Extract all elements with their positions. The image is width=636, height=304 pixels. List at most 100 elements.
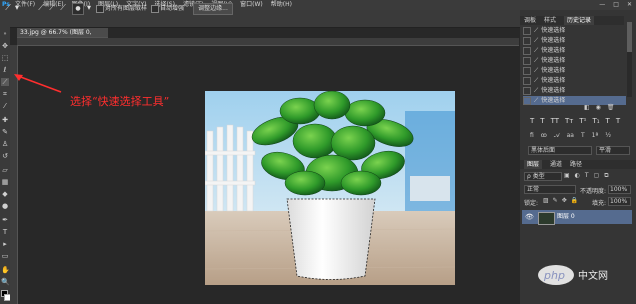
healing-brush-tool-icon[interactable]: ✚ [1, 116, 9, 124]
snapshot-icon[interactable]: ◉ [596, 104, 601, 111]
new-selection-icon[interactable]: ⟋ [36, 3, 46, 13]
clone-stamp-tool-icon[interactable]: ♙ [1, 140, 9, 148]
lock-pixels-icon[interactable]: ✎ [553, 197, 558, 204]
minimize-button[interactable]: — [599, 0, 605, 10]
history-checkbox[interactable] [523, 96, 531, 105]
type-filter-icon[interactable]: T [585, 172, 589, 180]
history-item[interactable]: ⟋ 快速选择 [523, 46, 626, 55]
lock-position-icon[interactable]: ✥ [562, 197, 567, 204]
history-item-label: 快速选择 [541, 87, 566, 94]
history-checkbox[interactable] [523, 26, 531, 35]
dropdown-arrow-icon[interactable]: ▾ [15, 3, 19, 13]
visibility-eye-icon[interactable]: 👁 [525, 213, 534, 221]
history-checkbox[interactable] [523, 36, 531, 45]
layer-name[interactable]: 图层 0 [557, 213, 575, 221]
adjustment-filter-icon[interactable]: ◐ [575, 172, 580, 180]
hand-tool-icon[interactable]: ✋ [1, 266, 10, 274]
menu-help[interactable]: 帮助(H) [271, 0, 292, 10]
faux-bold-icon[interactable]: T [530, 117, 534, 125]
discretionary-icon[interactable]: ꝏ [541, 132, 547, 140]
history-item[interactable]: ⟋ 快速选择 [523, 36, 626, 45]
titling-icon[interactable]: T [581, 132, 585, 140]
ordinal-icon[interactable]: 1ª [592, 132, 599, 140]
brush-dropdown-arrow-icon[interactable]: ▾ [87, 3, 91, 13]
auto-enhance-checkbox[interactable] [151, 5, 159, 13]
tab-history[interactable]: 历史记录 [564, 16, 595, 25]
swash-icon[interactable]: 𝒜 [554, 132, 560, 140]
lasso-tool-icon[interactable]: ℓ [1, 66, 9, 74]
subtract-from-selection-icon[interactable]: ⟋ [58, 3, 68, 13]
tab-styles[interactable]: 样式 [544, 16, 556, 25]
path-selection-tool-icon[interactable]: ▸ [1, 240, 9, 248]
crop-tool-icon[interactable]: ⌗ [1, 90, 9, 98]
collapse-toolbar-icon[interactable]: » [1, 30, 9, 38]
lock-all-icon[interactable]: 🔒 [571, 197, 578, 204]
blur-tool-icon[interactable]: ◆ [1, 190, 9, 198]
fill-input[interactable]: 100% [608, 197, 631, 206]
document-tab[interactable]: 33.jpg @ 66.7% (图层 0, RGB/8#) × [17, 28, 108, 45]
marquee-tool-icon[interactable]: ⬚ [1, 54, 9, 62]
faux-italic-icon[interactable]: T [540, 117, 544, 125]
history-item[interactable]: ⟋ 快速选择 [523, 86, 626, 95]
anti-alias-select[interactable]: 平滑 [596, 146, 630, 155]
all-caps-icon[interactable]: TT [551, 117, 559, 125]
history-checkbox[interactable] [523, 86, 531, 95]
scrollbar-thumb[interactable] [627, 22, 632, 52]
eraser-tool-icon[interactable]: ▱ [1, 166, 9, 174]
pen-tool-icon[interactable]: ✒ [1, 216, 9, 224]
history-item[interactable]: ⟋ 快速选择 [523, 56, 626, 65]
superscript-icon[interactable]: T¹ [579, 117, 586, 125]
tab-layers[interactable]: 图层 [524, 160, 543, 169]
history-checkbox[interactable] [523, 76, 531, 85]
menu-window[interactable]: 窗口(W) [240, 0, 263, 10]
type-tool-icon[interactable]: T [1, 228, 9, 236]
history-brush-tool-icon[interactable]: ↺ [1, 152, 9, 160]
zoom-tool-icon[interactable]: 🔍 [1, 278, 10, 286]
move-tool-icon[interactable]: ✥ [1, 42, 9, 50]
history-checkbox[interactable] [523, 66, 531, 75]
eyedropper-tool-icon[interactable]: ⁄ [1, 102, 9, 110]
fraction-icon[interactable]: ½ [605, 132, 611, 140]
blend-mode-select[interactable]: 正常 [524, 185, 576, 194]
ligature-icon[interactable]: fi [530, 132, 534, 140]
layer-thumbnail[interactable] [538, 212, 555, 225]
new-document-icon[interactable]: ◧ [584, 104, 590, 111]
layer-filter-select[interactable]: ρ 类型 [524, 172, 562, 181]
history-item[interactable]: ⟋ 快速选择 [523, 76, 626, 85]
strikethrough-icon[interactable]: T [616, 117, 620, 125]
add-to-selection-icon[interactable]: ⟋ [47, 3, 57, 13]
underline-icon[interactable]: T [606, 117, 610, 125]
history-item[interactable]: ⟋ 快速选择 [523, 26, 626, 35]
lock-transparency-icon[interactable]: ▨ [543, 197, 549, 204]
history-item[interactable]: ⟋ 快速选择 [523, 66, 626, 75]
subscript-icon[interactable]: T₁ [592, 117, 599, 125]
smart-filter-icon[interactable]: ⧉ [604, 172, 608, 180]
alternates-icon[interactable]: aa [567, 132, 574, 140]
fill-label: 填充: [592, 200, 607, 207]
small-caps-icon[interactable]: Tт [565, 117, 573, 125]
canvas-image[interactable] [205, 91, 455, 285]
pixel-filter-icon[interactable]: ▣ [564, 172, 570, 180]
maximize-button[interactable]: □ [613, 0, 619, 10]
refine-edge-button[interactable]: 调整边缘... [193, 3, 233, 15]
brush-size-picker-icon[interactable]: ● [72, 3, 84, 15]
sample-all-layers-checkbox[interactable] [96, 5, 104, 13]
layers-panel-tabs: 图层 通道 路径 [520, 160, 636, 169]
opacity-input[interactable]: 100% [608, 185, 631, 194]
font-family-select[interactable]: 黑体后面 [528, 146, 592, 155]
history-checkbox[interactable] [523, 56, 531, 65]
tab-swatches[interactable]: 调板 [524, 16, 536, 25]
shape-tool-icon[interactable]: ▭ [1, 252, 9, 260]
shape-filter-icon[interactable]: ▢ [594, 172, 600, 180]
close-button[interactable]: ✕ [627, 0, 632, 10]
tab-paths[interactable]: 路径 [570, 160, 582, 169]
history-checkbox[interactable] [523, 46, 531, 55]
brush-tool-icon[interactable]: ✎ [1, 128, 9, 136]
delete-icon[interactable]: 🗑 [607, 104, 615, 111]
history-scrollbar[interactable] [627, 22, 632, 97]
dodge-tool-icon[interactable]: ● [1, 202, 9, 210]
gradient-tool-icon[interactable]: ▦ [1, 178, 9, 186]
quick-selection-tool-icon[interactable]: ⟋ [1, 78, 9, 86]
tab-channels[interactable]: 通道 [550, 160, 562, 169]
quick-selection-preset-icon[interactable]: ⟋ [3, 3, 13, 13]
